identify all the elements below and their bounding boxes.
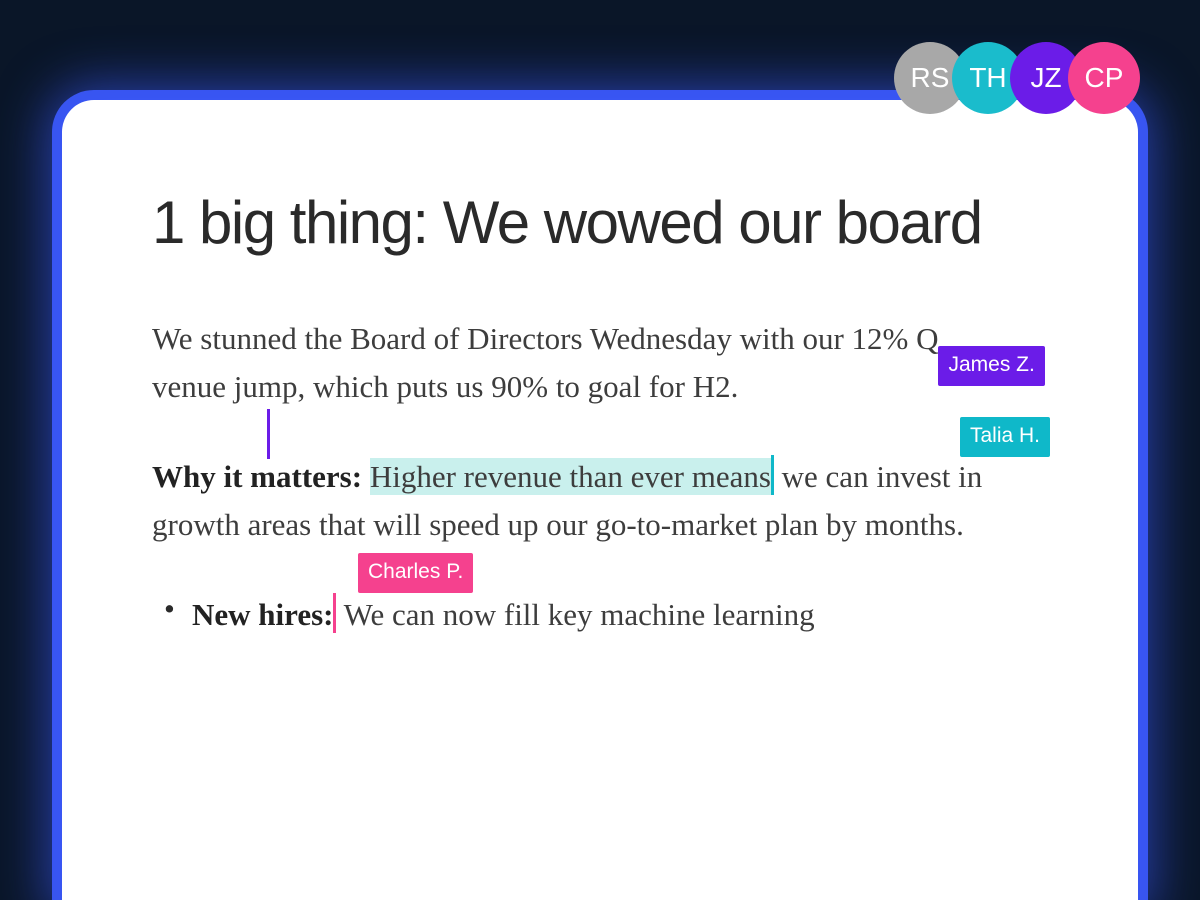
highlighted-text: Higher revenue than ever means xyxy=(370,458,771,495)
cursor-line-charles xyxy=(333,593,336,633)
document-body[interactable]: We stunned the Board of Directors Wednes… xyxy=(152,315,1048,639)
document-title[interactable]: 1 big thing: We wowed our board xyxy=(152,188,1048,257)
document-container[interactable]: 1 big thing: We wowed our board We stunn… xyxy=(62,100,1138,900)
bullet-list[interactable]: Charles P. New hires: We can now fill ke… xyxy=(152,585,1048,639)
cursor-tag-charles: Charles P. xyxy=(358,553,473,593)
cursor-line-talia xyxy=(771,455,774,495)
new-hires-label: New hires: xyxy=(192,597,333,632)
collaborator-avatars: RS TH JZ CP xyxy=(908,42,1140,114)
avatar-cp[interactable]: CP xyxy=(1068,42,1140,114)
paragraph-1[interactable]: We stunned the Board of Directors Wednes… xyxy=(152,315,1048,411)
cursor-tag-james: James Z. xyxy=(938,346,1044,386)
cursor-tag-talia: Talia H. xyxy=(960,417,1050,457)
paragraph-1-text-a: We stunned the Board of Directors Wednes… xyxy=(152,321,938,356)
bullet-item-1[interactable]: Charles P. New hires: We can now fill ke… xyxy=(192,585,1048,639)
bullet-1-text: We can now fill key machine learning xyxy=(336,597,814,632)
cursor-line-james xyxy=(267,409,270,459)
paragraph-1-text-b: venue jump, which puts us 90% to goal fo… xyxy=(152,369,738,404)
why-it-matters-label: Why it matters: xyxy=(152,459,362,494)
paragraph-2[interactable]: Talia H. Why it matters: Higher revenue … xyxy=(152,447,1048,549)
